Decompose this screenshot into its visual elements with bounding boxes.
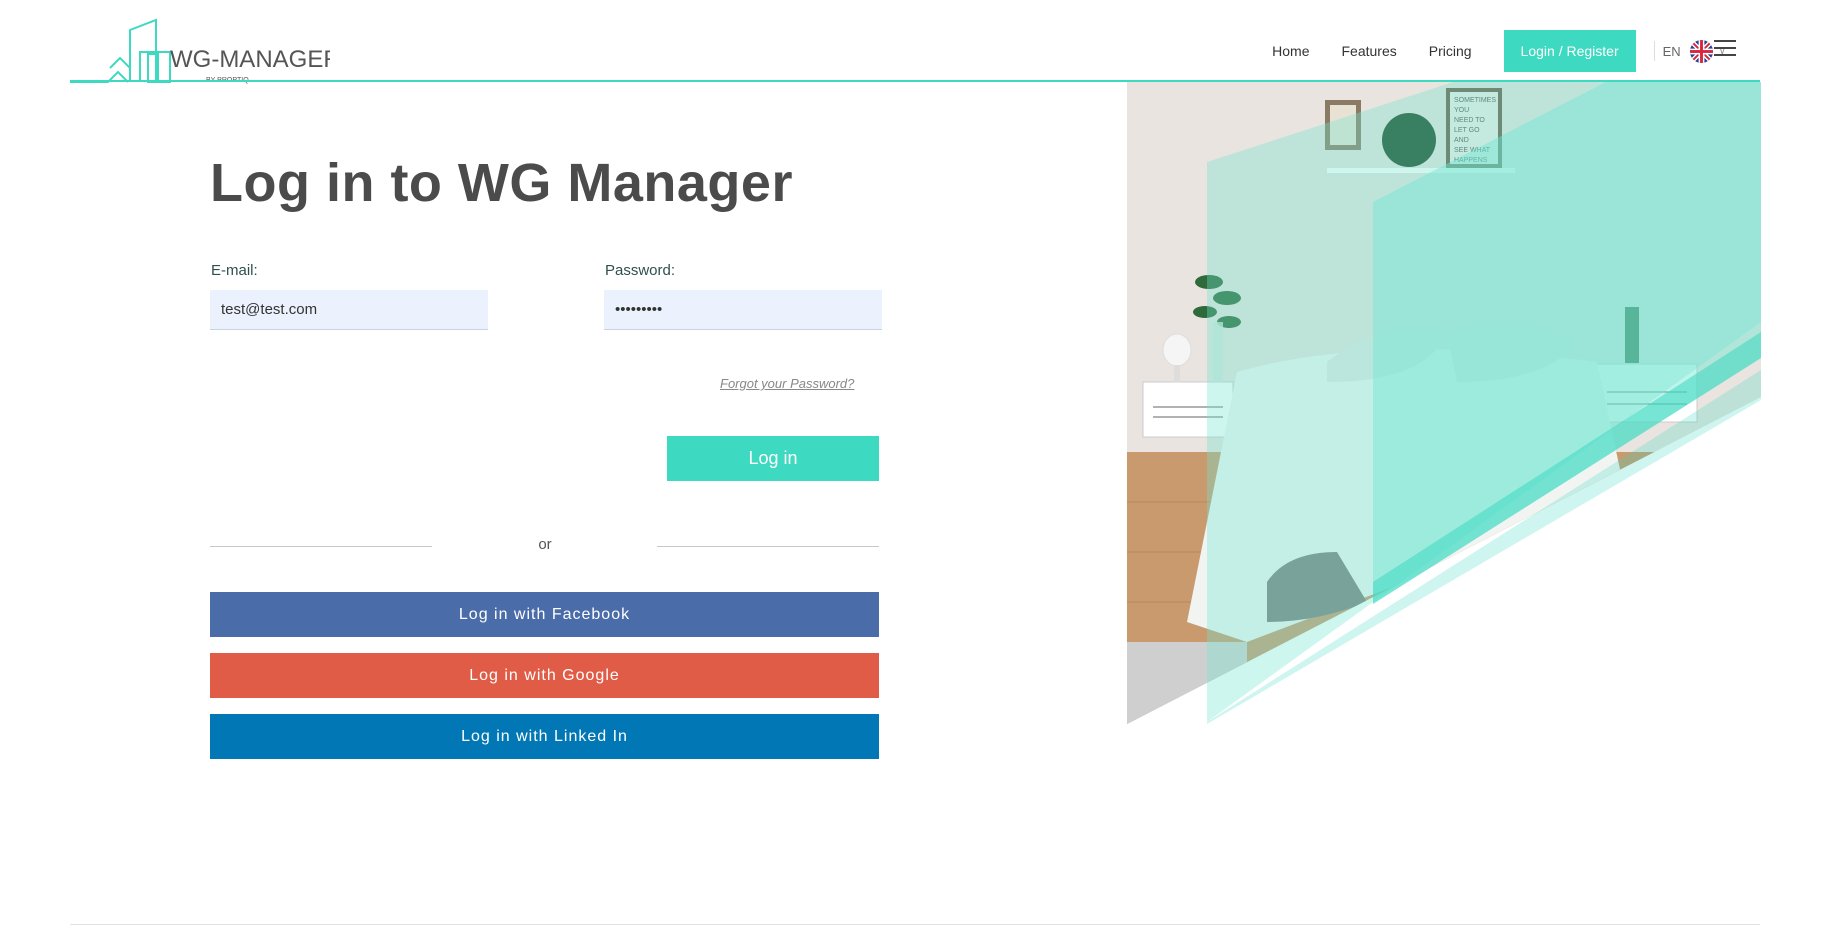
or-separator: or <box>538 536 552 553</box>
nav-features[interactable]: Features <box>1342 43 1397 59</box>
password-field[interactable] <box>604 290 882 330</box>
divider-right <box>657 546 879 547</box>
uk-flag-icon <box>1689 39 1713 63</box>
password-label: Password: <box>605 262 676 279</box>
hamburger-menu-icon[interactable] <box>1714 40 1736 58</box>
top-nav: Home Features Pricing Login / Register E… <box>1256 30 1726 72</box>
linkedin-login-button[interactable]: Log in with Linked In <box>210 714 879 759</box>
nav-home[interactable]: Home <box>1272 43 1309 59</box>
wg-manager-logo[interactable]: WG-MANAGER BY PROPTIQ <box>70 18 330 84</box>
email-field[interactable] <box>210 290 488 330</box>
login-button[interactable]: Log in <box>667 436 879 481</box>
footer-divider <box>70 924 1760 925</box>
login-register-button[interactable]: Login / Register <box>1503 30 1636 72</box>
facebook-login-button[interactable]: Log in with Facebook <box>210 592 879 637</box>
bedroom-illustration: SOMETIMES YOU NEED TO LET GO AND SEE WHA… <box>1127 82 1761 724</box>
google-login-button[interactable]: Log in with Google <box>210 653 879 698</box>
page-title: Log in to WG Manager <box>210 153 793 213</box>
forgot-password-link[interactable]: Forgot your Password? <box>720 376 854 391</box>
language-code: EN <box>1662 43 1681 59</box>
logo-text: WG-MANAGER <box>170 46 330 73</box>
divider-left <box>210 546 432 547</box>
nav-pricing[interactable]: Pricing <box>1429 43 1472 59</box>
email-label: E-mail: <box>211 262 258 279</box>
